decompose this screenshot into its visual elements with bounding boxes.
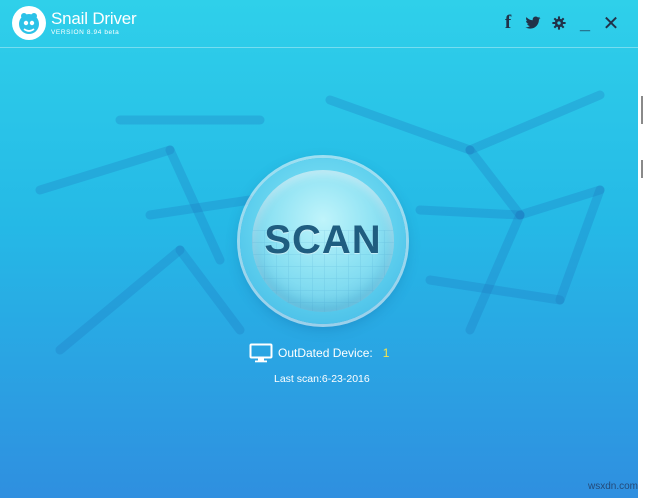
last-scan-date: Last scan:6-23-2016 <box>274 373 370 385</box>
gear-icon <box>552 16 566 30</box>
facebook-button[interactable]: f <box>497 10 519 36</box>
minimize-button[interactable]: _ <box>574 10 596 36</box>
scan-label: SCAN <box>264 218 382 262</box>
window-edge <box>638 0 647 498</box>
scan-button[interactable]: SCAN <box>252 170 394 312</box>
monitor-icon <box>249 343 273 363</box>
settings-button[interactable] <box>548 10 570 36</box>
snail-logo-icon <box>12 6 46 40</box>
edge-mark <box>641 160 643 178</box>
edge-mark <box>641 96 643 124</box>
app-window: Snail Driver VERSION 8.94 beta f _ ✕ SCA… <box>0 0 638 498</box>
outdated-device-label: OutDated Device: <box>278 346 373 360</box>
outdated-status: OutDated Device: 1 <box>249 342 389 364</box>
app-name: Snail Driver <box>51 9 137 28</box>
outdated-device-count: 1 <box>382 346 390 360</box>
twitter-button[interactable] <box>522 10 544 36</box>
title-bar: Snail Driver VERSION 8.94 beta f _ ✕ <box>0 0 638 48</box>
close-button[interactable]: ✕ <box>600 10 622 36</box>
watermark: wsxdn.com <box>588 481 638 492</box>
twitter-icon <box>525 16 541 29</box>
app-version: VERSION 8.94 beta <box>51 29 120 36</box>
